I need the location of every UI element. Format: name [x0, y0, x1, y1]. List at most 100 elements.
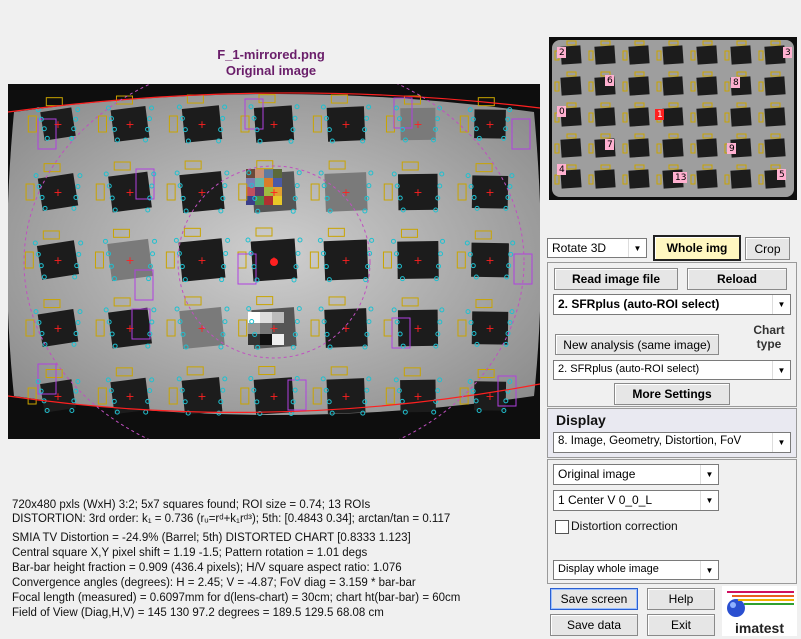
- stats-line-4: Central square X,Y pixel shift = 1.19 -1…: [12, 547, 368, 559]
- chart-type-select[interactable]: 2. SFRplus (auto-ROI select) ▼: [553, 360, 791, 380]
- save-data-button[interactable]: Save data: [550, 614, 638, 636]
- rotate-select-value: Rotate 3D: [552, 241, 607, 255]
- analysis-select[interactable]: 2. SFRplus (auto-ROI select) ▼: [553, 294, 791, 315]
- distortion-checkbox-label: Distortion correction: [571, 519, 678, 533]
- thumb-label: 7: [607, 140, 613, 150]
- thumb-square: [764, 76, 786, 96]
- stats-line-8: Field of View (Diag,H,V) = 145 130 97.2 …: [12, 607, 384, 619]
- thumb-square: [628, 76, 650, 96]
- more-settings-button[interactable]: More Settings: [614, 383, 730, 405]
- whole-img-button[interactable]: Whole img: [653, 235, 741, 261]
- thumb-square: [594, 169, 616, 189]
- center-marker: +: [197, 322, 206, 335]
- center-marker: +: [197, 186, 206, 199]
- save-screen-button[interactable]: Save screen: [550, 588, 638, 610]
- center-marker: +: [53, 254, 62, 267]
- center-marker: +: [269, 118, 278, 131]
- center-point: [270, 258, 278, 266]
- center-marker: +: [53, 390, 62, 403]
- thumb-square: [662, 107, 684, 127]
- thumb-square: [628, 138, 650, 158]
- display-select-value: 8. Image, Geometry, Distortion, FoV: [558, 435, 742, 447]
- center-marker: +: [197, 254, 206, 267]
- center-marker: +: [269, 390, 278, 403]
- chevron-down-icon: ▼: [700, 561, 718, 579]
- center-select[interactable]: 1 Center V 0_0_L ▼: [553, 490, 719, 511]
- center-marker: +: [485, 118, 494, 131]
- thumb-label: 3: [785, 48, 791, 58]
- stats-line-5: Bar-bar height fraction = 0.909 (436.4 p…: [12, 562, 402, 574]
- thumb-square: [764, 107, 786, 127]
- roi-box: [45, 97, 63, 107]
- chevron-down-icon: ▼: [628, 239, 646, 257]
- main-image-view[interactable]: +++++++++++++++++++++++++++++++++++: [8, 84, 540, 439]
- read-image-button[interactable]: Read image file: [554, 268, 678, 290]
- color-patch: [255, 169, 264, 178]
- thumbnail-image[interactable]: 2 3 6 8 0 1 7 9 4 13 5: [549, 37, 797, 200]
- reload-button[interactable]: Reload: [687, 268, 787, 290]
- chart-type-label-1: Chart: [753, 323, 785, 337]
- edge-point: [69, 407, 75, 413]
- stats-line-2: DISTORTION: 3rd order: k₁ = 0.736 (rᵤ=rᵈ…: [12, 513, 451, 525]
- help-button[interactable]: Help: [647, 588, 715, 610]
- stats-line-3: SMIA TV Distortion = -24.9% (Barrel; 5th…: [12, 532, 411, 544]
- rotate-select[interactable]: Rotate 3D ▼: [547, 238, 647, 258]
- thumb-square: [696, 107, 718, 127]
- center-marker: +: [125, 322, 134, 335]
- chart-type-select-value: 2. SFRplus (auto-ROI select): [558, 363, 700, 375]
- thumb-square: [764, 45, 786, 65]
- chevron-down-icon: ▼: [700, 491, 718, 510]
- color-patch: [255, 187, 264, 196]
- thumb-label: 5: [779, 170, 785, 180]
- distortion-checkbox[interactable]: [555, 520, 569, 534]
- center-marker: +: [413, 118, 422, 131]
- center-marker: +: [125, 390, 134, 403]
- imatest-logo: imatest: [722, 586, 797, 636]
- center-marker: +: [341, 390, 350, 403]
- thumb-square: [662, 76, 684, 96]
- thumb-label: 2: [559, 48, 565, 58]
- thumb-label: 1: [657, 110, 663, 120]
- color-patch: [264, 169, 273, 178]
- analysis-select-value: 2. SFRplus (auto-ROI select): [558, 297, 720, 311]
- crop-button[interactable]: Crop: [745, 237, 790, 260]
- thumb-square: [696, 169, 718, 189]
- thumb-square: [696, 45, 718, 65]
- thumb-square: [628, 169, 650, 189]
- chart-image: +++++++++++++++++++++++++++++++++++: [8, 84, 540, 439]
- display-whole-select[interactable]: Display whole image ▼: [553, 560, 719, 580]
- center-marker: +: [269, 322, 278, 335]
- center-marker: +: [125, 186, 134, 199]
- thumb-square: [730, 169, 752, 189]
- color-patch: [273, 169, 282, 178]
- center-marker: +: [125, 118, 134, 131]
- thumb-label: 13: [675, 173, 686, 183]
- thumb-square: [730, 45, 752, 65]
- center-marker: +: [197, 118, 206, 131]
- image-select[interactable]: Original image ▼: [553, 464, 719, 485]
- stats-line-1: 720x480 pxls (WxH) 3:2; 5x7 squares foun…: [12, 499, 371, 511]
- center-marker: +: [413, 390, 422, 403]
- exit-button[interactable]: Exit: [647, 614, 715, 636]
- center-select-value: 1 Center V 0_0_L: [558, 493, 653, 507]
- center-marker: +: [341, 186, 350, 199]
- chevron-down-icon: ▼: [772, 433, 790, 452]
- center-marker: +: [125, 254, 134, 267]
- thumb-square: [628, 45, 650, 65]
- center-marker: +: [269, 186, 278, 199]
- thumb-square: [696, 138, 718, 158]
- thumb-label: 8: [733, 78, 739, 88]
- display-select[interactable]: 8. Image, Geometry, Distortion, FoV ▼: [553, 432, 791, 453]
- new-analysis-button[interactable]: New analysis (same image): [555, 334, 719, 355]
- image-filename: F_1-mirrored.png: [217, 47, 325, 62]
- gray-patch: [248, 334, 260, 345]
- thumb-square: [560, 138, 582, 158]
- thumb-label: 6: [607, 76, 613, 86]
- thumb-square: [628, 107, 650, 127]
- center-marker: +: [53, 322, 62, 335]
- center-marker: +: [413, 322, 422, 335]
- gray-patch: [272, 334, 284, 345]
- thumb-square: [764, 138, 786, 158]
- color-patch: [255, 178, 264, 187]
- center-marker: +: [197, 390, 206, 403]
